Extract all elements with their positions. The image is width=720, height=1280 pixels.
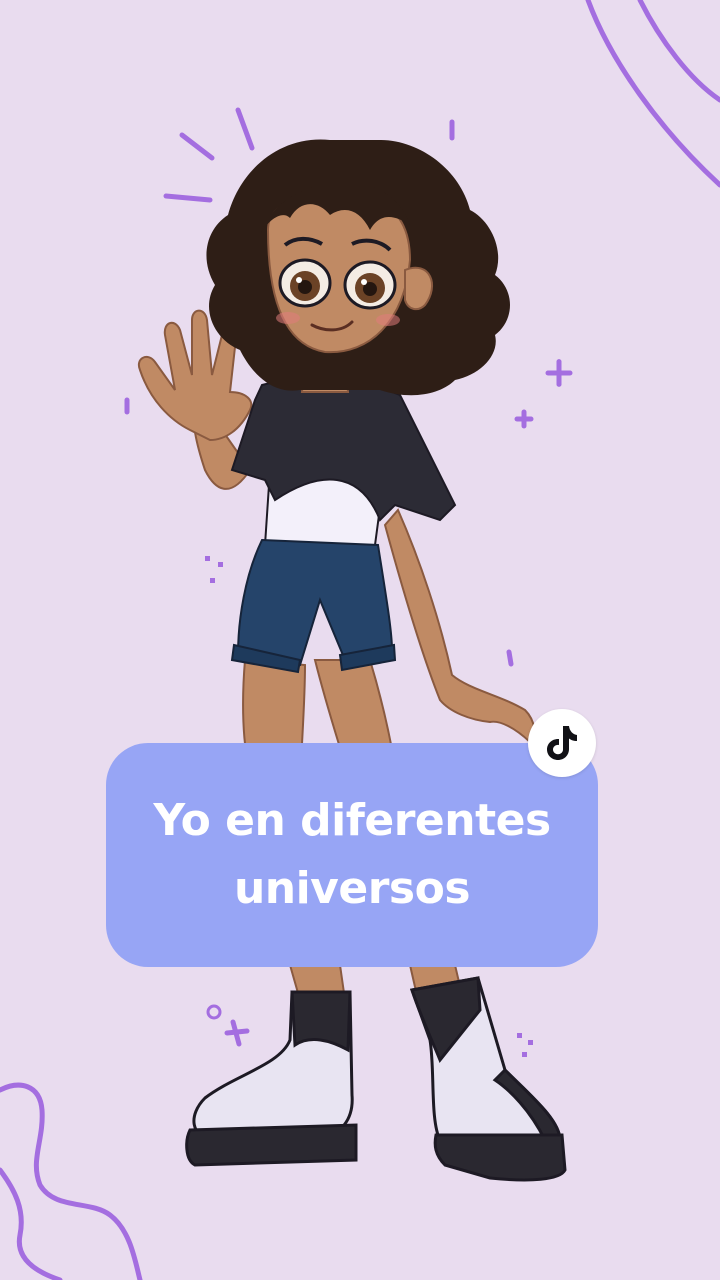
tiktok-badge[interactable] xyxy=(528,709,596,777)
story-canvas: Yo en diferentes universos xyxy=(0,0,720,1280)
character-illustration xyxy=(0,0,720,1280)
tiktok-logo-icon xyxy=(547,726,577,760)
boots xyxy=(185,976,567,1182)
caption-line-2: universos xyxy=(233,863,471,914)
decorative-squiggle-bottom-left xyxy=(0,1082,143,1280)
decorative-arcs-top-right xyxy=(585,0,720,188)
right-arm xyxy=(383,508,536,744)
caption-line-1: Yo en diferentes xyxy=(153,795,551,846)
denim-shorts xyxy=(230,538,397,674)
caption-text: Yo en diferentes universos xyxy=(153,787,551,923)
caption-card: Yo en diferentes universos xyxy=(106,743,598,967)
outfit-top xyxy=(230,378,457,546)
